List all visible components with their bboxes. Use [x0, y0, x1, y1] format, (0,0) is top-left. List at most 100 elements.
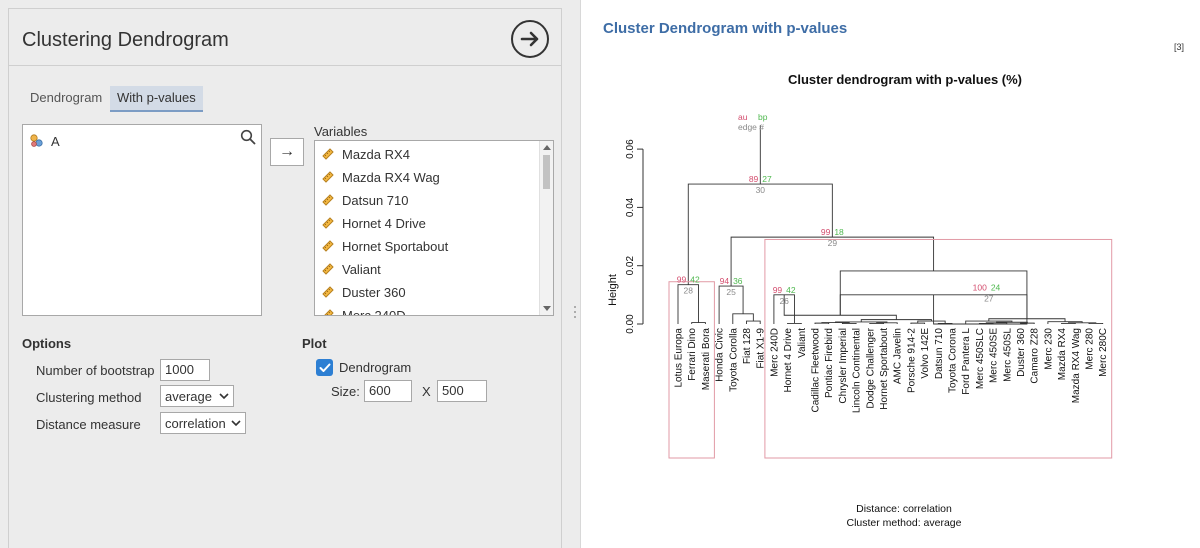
- leaf-label: Pontiac Firebird: [824, 328, 835, 398]
- leaf-labels: Lotus Europa Ferrari Dino Maserati Bora Hon…: [674, 327, 1110, 413]
- node-edge-number: 30: [756, 185, 766, 195]
- numeric-variable-icon: [322, 194, 334, 206]
- leaf-label: Duster 360: [1016, 328, 1027, 377]
- node-au-value: 99: [677, 275, 687, 285]
- variable-list-item[interactable]: Hornet 4 Drive: [321, 213, 426, 233]
- leaf-label: Lincoln Continental: [852, 328, 863, 413]
- leaf-label: Datsun 710: [934, 328, 945, 380]
- source-item-label: A: [51, 133, 60, 149]
- dendrogram-tree: [677, 125, 1104, 325]
- node-edge-number: 29: [828, 238, 838, 248]
- legend-au: au: [738, 112, 748, 122]
- size-x-label: X: [422, 384, 431, 399]
- y-tick-label: 0.00: [625, 314, 636, 334]
- leaf-label: Merc 240D: [769, 328, 780, 377]
- source-list-item[interactable]: A: [29, 133, 60, 149]
- leaf-label: Ford Pantera L: [961, 328, 972, 395]
- variable-list-item[interactable]: Mazda RX4: [321, 144, 410, 164]
- leaf-label: Honda Civic: [715, 328, 726, 382]
- chevron-down-icon: [219, 393, 229, 400]
- numeric-variable-icon: [324, 309, 334, 315]
- node-edge-number: 27: [984, 294, 994, 304]
- clustering-method-select[interactable]: average: [160, 385, 234, 407]
- node-au-value: 89: [749, 174, 759, 184]
- node-p-value-labels: 89 273099 182999 4228 100 242799 422694 3625: [677, 174, 1001, 306]
- variables-scrollbar[interactable]: [539, 141, 553, 315]
- variable-label: Hornet 4 Drive: [342, 215, 426, 231]
- node-bp-value: 24: [991, 283, 1001, 293]
- analysis-header: Clustering Dendrogram: [8, 8, 562, 66]
- variable-label: Merc 240D: [342, 307, 406, 316]
- dendrogram-checkbox[interactable]: [316, 359, 333, 376]
- leaf-label: Fiat X1-9: [756, 328, 767, 369]
- numeric-variable-icon: [322, 240, 334, 252]
- numeric-variable-icon: [322, 263, 334, 275]
- leaf-label: Camaro Z28: [1030, 328, 1041, 384]
- plot-section-title: Plot: [302, 336, 327, 351]
- variables-list[interactable]: Mazda RX4 Mazda RX4 Wag Datsun 710 Hornet 4…: [314, 140, 554, 316]
- variable-list-item[interactable]: Merc 240D: [321, 305, 406, 316]
- bootstrap-label: Number of bootstrap: [36, 363, 155, 378]
- leaf-label: Merc 280C: [1098, 328, 1109, 377]
- variable-label: Datsun 710: [342, 192, 409, 208]
- node-au-value: 99: [773, 285, 783, 295]
- tab-dendrogram[interactable]: Dendrogram: [23, 86, 109, 112]
- clustering-method-label: Clustering method: [36, 390, 142, 405]
- footer-method: Cluster method: average: [847, 517, 962, 529]
- node-au-value: 99: [821, 227, 831, 237]
- leaf-label: Merc 450SL: [1002, 328, 1013, 382]
- scroll-up-icon[interactable]: [543, 145, 551, 150]
- leaf-label: Fiat 128: [742, 328, 753, 365]
- leaf-label: Chrysler Imperial: [838, 328, 849, 404]
- node-bp-value: 18: [834, 227, 844, 237]
- leaf-label: Toyota Corolla: [728, 328, 739, 392]
- dendrogram-checkbox-label: Dendrogram: [339, 360, 412, 375]
- clustering-method-value: average: [165, 388, 212, 404]
- chart-title: Cluster dendrogram with p-values (%): [788, 72, 1022, 87]
- legend-edge: edge #: [738, 122, 764, 132]
- node-au-value: 100: [973, 283, 987, 293]
- variable-label: Mazda RX4 Wag: [342, 169, 440, 185]
- analysis-options-panel: Clustering Dendrogram Dendrogram With p-…: [0, 0, 570, 548]
- leaf-label: Toyota Corona: [948, 328, 959, 393]
- variable-list-item[interactable]: Valiant: [321, 259, 381, 279]
- leaf-label: Maserati Bora: [701, 328, 712, 391]
- node-au-value: 94: [720, 276, 730, 286]
- node-bp-value: 42: [786, 285, 796, 295]
- search-icon[interactable]: [240, 129, 256, 148]
- variable-list-item[interactable]: Hornet Sportabout: [321, 236, 448, 256]
- results-reference: [3]: [1173, 42, 1184, 52]
- node-bp-value: 42: [690, 275, 700, 285]
- scroll-down-icon[interactable]: [543, 306, 551, 311]
- distance-measure-select[interactable]: correlation: [160, 412, 246, 434]
- p-value-legend: au bp edge #: [738, 112, 768, 132]
- scroll-thumb[interactable]: [543, 155, 550, 189]
- leaf-label: Cadillac Fleetwood: [811, 328, 822, 413]
- node-bp-value: 27: [762, 174, 772, 184]
- move-variable-button[interactable]: →: [270, 138, 304, 166]
- variable-label: Duster 360: [342, 284, 406, 300]
- leaf-label: Merc 450SLC: [975, 328, 986, 389]
- tab-with-p-values[interactable]: With p-values: [110, 86, 203, 112]
- leaf-label: Hornet Sportabout: [879, 328, 890, 410]
- source-variable-list[interactable]: A: [22, 124, 262, 316]
- variable-list-item[interactable]: Mazda RX4 Wag: [321, 167, 440, 187]
- variables-label: Variables: [314, 124, 368, 139]
- leaf-label: Valiant: [797, 328, 808, 358]
- variable-label: Hornet Sportabout: [342, 238, 449, 254]
- variable-list-item[interactable]: Duster 360: [321, 282, 406, 302]
- plot-height-input[interactable]: 500: [437, 380, 487, 402]
- numeric-variable-icon: [322, 286, 334, 298]
- collapse-arrow-icon[interactable]: [511, 20, 549, 58]
- leaf-label: Hornet 4 Drive: [783, 328, 794, 393]
- leaf-label: Volvo 142E: [920, 328, 931, 379]
- node-bp-value: 36: [733, 276, 743, 286]
- bootstrap-input[interactable]: 1000: [160, 359, 210, 381]
- chevron-down-icon: [231, 420, 241, 427]
- dataset-icon: [30, 134, 43, 147]
- variable-label: Valiant: [342, 261, 381, 277]
- pane-splitter[interactable]: [570, 0, 580, 548]
- plot-width-input[interactable]: 600: [364, 380, 412, 402]
- variable-list-item[interactable]: Datsun 710: [321, 190, 409, 210]
- leaf-label: Lotus Europa: [674, 328, 685, 388]
